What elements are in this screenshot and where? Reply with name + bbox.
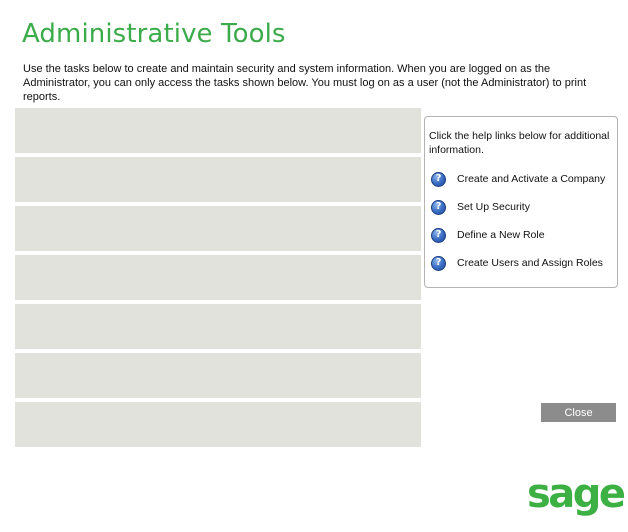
help-link-define-new-role[interactable]: ? Define a New Role: [431, 226, 615, 244]
close-button[interactable]: Close: [541, 403, 616, 422]
task-row-7[interactable]: [15, 402, 421, 447]
task-row-6[interactable]: [15, 353, 421, 398]
help-panel: Click the help links below for additiona…: [424, 116, 618, 288]
task-row-5[interactable]: [15, 304, 421, 349]
help-link-label: Create Users and Assign Roles: [457, 257, 603, 269]
help-link-create-activate-company[interactable]: ? Create and Activate a Company: [431, 170, 615, 188]
task-list: [15, 108, 421, 448]
help-link-create-users-assign-roles[interactable]: ? Create Users and Assign Roles: [431, 254, 615, 272]
task-row-4[interactable]: [15, 255, 421, 300]
help-link-label: Set Up Security: [457, 201, 530, 213]
help-question-icon: ?: [431, 227, 446, 243]
task-row-2[interactable]: [15, 157, 421, 202]
task-row-3[interactable]: [15, 206, 421, 251]
help-link-label: Create and Activate a Company: [457, 173, 606, 185]
help-question-icon: ?: [431, 199, 446, 215]
help-question-icon: ?: [431, 255, 446, 271]
task-row-1[interactable]: [15, 108, 421, 153]
page-title: Administrative Tools: [22, 19, 286, 49]
help-link-set-up-security[interactable]: ? Set Up Security: [431, 198, 615, 216]
help-intro-text: Click the help links below for additiona…: [429, 130, 610, 156]
help-question-icon: ?: [431, 171, 446, 187]
sage-logo: sage: [527, 471, 626, 517]
help-link-label: Define a New Role: [457, 229, 545, 241]
intro-text: Use the tasks below to create and mainta…: [23, 63, 587, 103]
